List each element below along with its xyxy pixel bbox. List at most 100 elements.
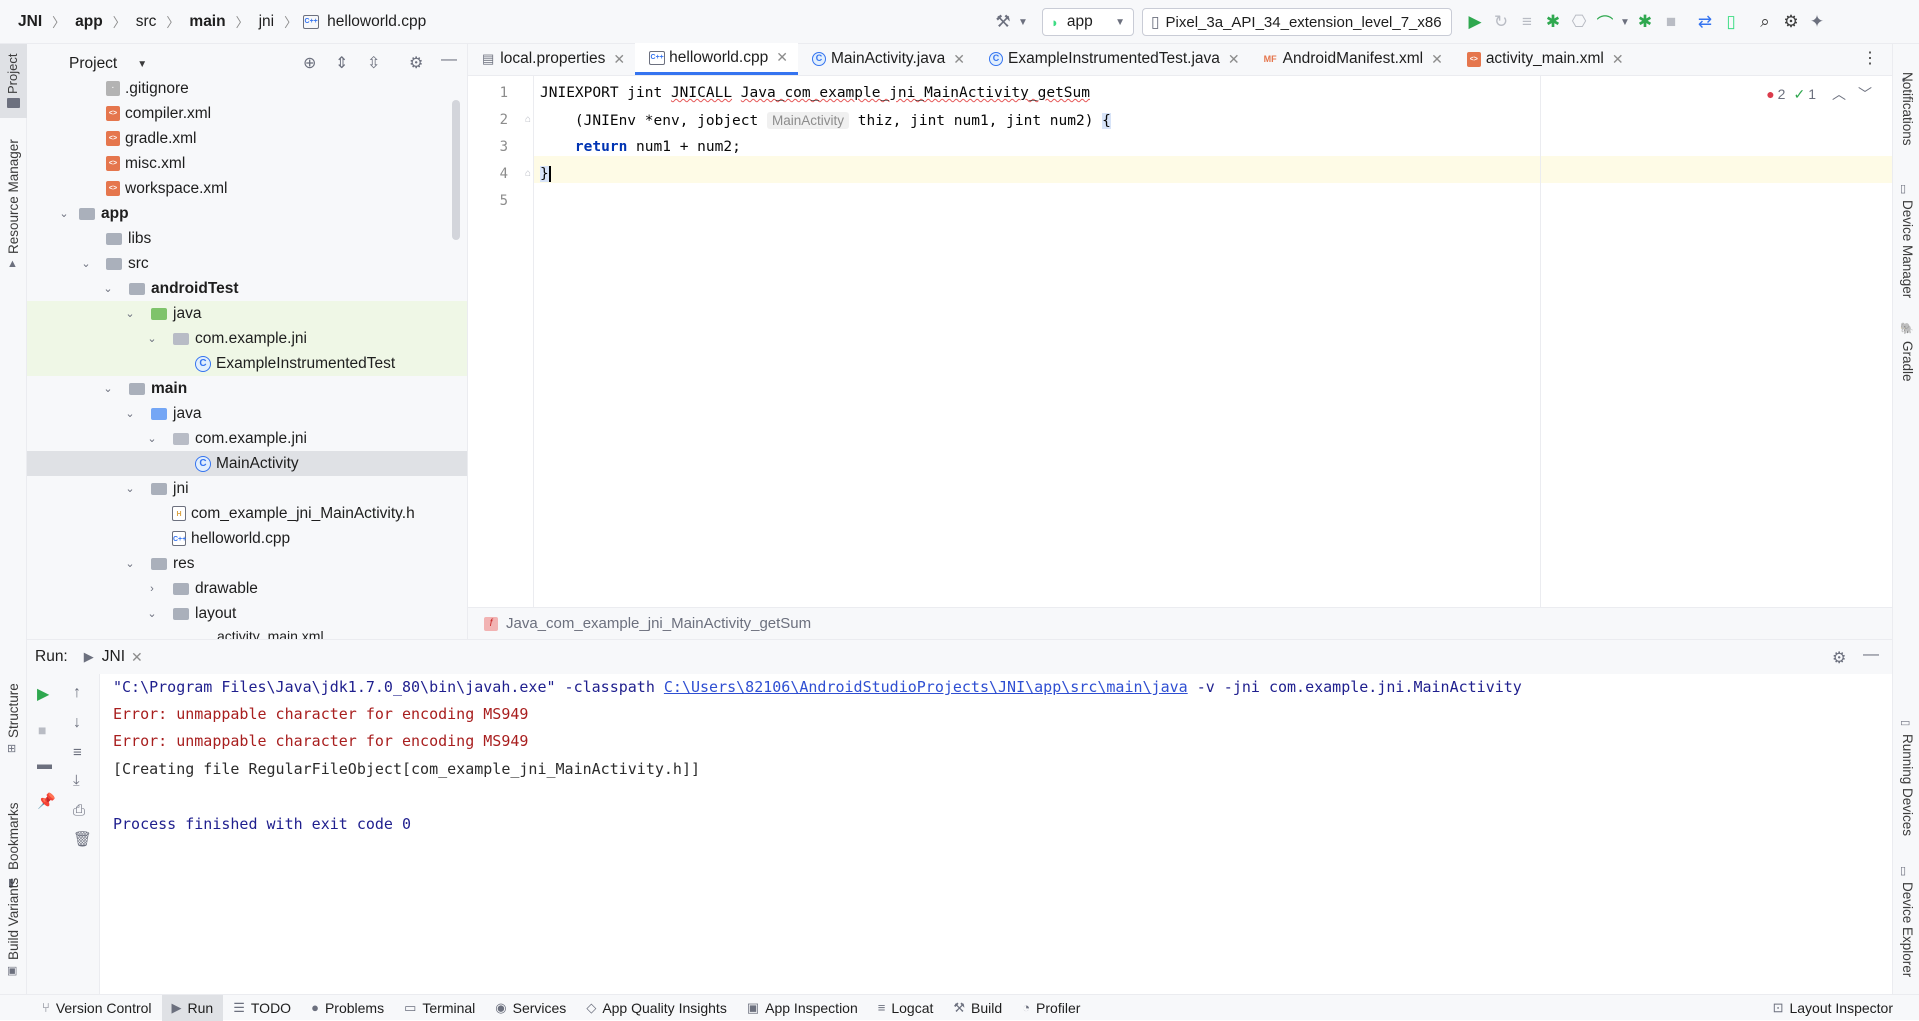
- tool-services[interactable]: ◉ Services: [485, 995, 576, 1021]
- settings-icon[interactable]: ⚙: [1778, 9, 1804, 35]
- chevron-right-icon[interactable]: ›: [143, 583, 161, 595]
- tree-item[interactable]: libs: [27, 226, 467, 251]
- chevron-down-icon[interactable]: ⌄: [99, 382, 117, 395]
- tree-item[interactable]: activity_main.xml: [27, 626, 467, 639]
- build-variants-tool[interactable]: Build Variants: [6, 878, 21, 960]
- close-icon[interactable]: ✕: [776, 49, 788, 66]
- layout-icon[interactable]: ▬: [37, 756, 52, 773]
- device-manager-tool[interactable]: Device Manager: [1900, 200, 1915, 298]
- tab-activity-main-xml[interactable]: <> activity_main.xml ✕: [1453, 43, 1634, 75]
- tab-exampleinstrumentedtest-java[interactable]: C ExampleInstrumentedTest.java ✕: [975, 43, 1250, 75]
- scroll-down-icon[interactable]: ↓: [73, 714, 81, 732]
- minimize-icon[interactable]: —: [1863, 646, 1879, 664]
- tree-item[interactable]: ⌄ layout: [27, 601, 467, 626]
- rerun-icon[interactable]: ↻: [1488, 9, 1514, 35]
- inspection-widget[interactable]: ● 2 ✓ 1 ︿ ﹀: [1766, 84, 1872, 104]
- notifications-tool[interactable]: Notifications: [1900, 72, 1915, 146]
- tree-item[interactable]: ⌄ java: [27, 401, 467, 426]
- search-icon[interactable]: ⌕: [1752, 9, 1778, 35]
- sync-gradle-icon[interactable]: ⇄: [1692, 9, 1718, 35]
- run-config-select[interactable]: ◗ app ▼: [1042, 8, 1134, 36]
- structure-tool[interactable]: Structure: [6, 683, 21, 738]
- resource-manager-tool[interactable]: Resource Manager: [6, 139, 21, 254]
- tool-terminal[interactable]: ▭ Terminal: [394, 995, 485, 1021]
- tool-run[interactable]: ▶ Run: [161, 994, 224, 1021]
- profile-icon[interactable]: ⌒: [1592, 9, 1618, 35]
- tab-local-properties[interactable]: ▤ local.properties ✕: [468, 43, 635, 75]
- chevron-down-icon[interactable]: ⌄: [121, 482, 139, 495]
- gear-icon[interactable]: ⚙: [409, 53, 423, 73]
- console-output[interactable]: "C:\Program Files\Java\jdk1.7.0_80\bin\j…: [113, 674, 1883, 995]
- expand-all-icon[interactable]: ⇕: [335, 53, 348, 73]
- tree-item[interactable]: ⌄ src: [27, 251, 467, 276]
- chevron-down-icon[interactable]: ▼: [1618, 9, 1632, 35]
- tool-app-inspection[interactable]: ▣ App Inspection: [737, 995, 868, 1021]
- tool-profiler[interactable]: ◔ Profiler: [1012, 995, 1090, 1021]
- tab-helloworld-cpp[interactable]: C++ helloworld.cpp ✕: [635, 43, 798, 75]
- chevron-down-icon[interactable]: ⌄: [143, 432, 161, 445]
- tool-problems[interactable]: ● Problems: [301, 995, 394, 1021]
- close-icon[interactable]: ✕: [1228, 51, 1240, 68]
- project-view-select[interactable]: Project: [69, 55, 117, 73]
- tree-item[interactable]: ⌄ com.example.jni: [27, 326, 467, 351]
- scroll-to-end-icon[interactable]: ⤓: [73, 772, 80, 789]
- breadcrumb-item-file[interactable]: helloworld.cpp: [323, 13, 430, 31]
- tree-item[interactable]: <> compiler.xml: [27, 101, 467, 126]
- breadcrumb-item-jni-folder[interactable]: jni: [255, 13, 279, 31]
- stop-icon[interactable]: ■: [38, 722, 46, 738]
- tool-logcat[interactable]: ≡ Logcat: [868, 995, 944, 1021]
- tree-item[interactable]: <> misc.xml: [27, 151, 467, 176]
- attach-debugger-icon[interactable]: ⎔: [1566, 9, 1592, 35]
- project-tool-button[interactable]: Project: [0, 44, 27, 118]
- running-devices-tool[interactable]: Running Devices: [1900, 734, 1915, 836]
- function-breadcrumb-label[interactable]: Java_com_example_jni_MainActivity_getSum: [506, 615, 811, 632]
- close-icon[interactable]: ✕: [1431, 51, 1443, 68]
- hammer-icon[interactable]: ⚒: [990, 9, 1016, 35]
- bookmarks-tool[interactable]: Bookmarks: [6, 802, 21, 870]
- chevron-down-icon[interactable]: ⌄: [99, 282, 117, 295]
- tab-androidmanifest-xml[interactable]: MF AndroidManifest.xml ✕: [1250, 43, 1453, 75]
- gemini-icon[interactable]: ✦: [1804, 9, 1830, 35]
- more-tabs-icon[interactable]: ⋮: [1862, 43, 1878, 75]
- gradle-tool[interactable]: Gradle: [1900, 341, 1915, 382]
- breadcrumb-item-main[interactable]: main: [185, 13, 229, 31]
- collapse-all-icon[interactable]: ⇳: [367, 53, 380, 73]
- run-icon[interactable]: ▶: [1462, 9, 1488, 35]
- chevron-down-icon[interactable]: ⌄: [121, 407, 139, 420]
- project-scrollbar[interactable]: [452, 100, 460, 240]
- chevron-down-icon[interactable]: ▼: [1016, 9, 1030, 35]
- pin-icon[interactable]: 📌: [37, 792, 56, 810]
- close-icon[interactable]: ✕: [1612, 51, 1624, 68]
- breadcrumb-item-app[interactable]: app: [71, 13, 107, 31]
- locate-icon[interactable]: ⊕: [303, 53, 316, 73]
- tree-item[interactable]: <> workspace.xml: [27, 176, 467, 201]
- tool-todo[interactable]: ☰ TODO: [223, 995, 301, 1021]
- gear-icon[interactable]: ⚙: [1832, 648, 1846, 668]
- tree-item[interactable]: ⌄ androidTest: [27, 276, 467, 301]
- chevron-down-icon[interactable]: ⌄: [143, 607, 161, 620]
- fold-icon[interactable]: ⌂: [525, 168, 531, 179]
- fold-icon[interactable]: ⌂: [525, 114, 531, 125]
- code-editor[interactable]: JNIEXPORT jint JNICALL Java_com_example_…: [534, 76, 1892, 607]
- chevron-down-icon[interactable]: ⌄: [121, 307, 139, 320]
- close-icon[interactable]: ✕: [613, 51, 625, 68]
- run-tab[interactable]: ▶ JNI ✕: [84, 648, 143, 666]
- device-mirror-icon[interactable]: ▯: [1718, 9, 1744, 35]
- breadcrumb-item-src[interactable]: src: [132, 13, 161, 31]
- tree-item[interactable]: ⌄ res: [27, 551, 467, 576]
- tree-item[interactable]: · .gitignore: [27, 76, 467, 101]
- device-select[interactable]: ▯ Pixel_3a_API_34_extension_level_7_x86.…: [1142, 8, 1452, 36]
- tool-layout-inspector[interactable]: ⊡ Layout Inspector: [1763, 995, 1903, 1021]
- apply-changes-icon[interactable]: ≡: [1514, 9, 1540, 35]
- chevron-down-icon[interactable]: ⌄: [77, 257, 95, 270]
- tree-item[interactable]: › drawable: [27, 576, 467, 601]
- rerun-icon[interactable]: ▶: [37, 684, 49, 704]
- chevron-down-icon[interactable]: ⌄: [121, 557, 139, 570]
- tool-build[interactable]: ⚒ Build: [943, 995, 1012, 1021]
- device-explorer-tool[interactable]: Device Explorer: [1900, 882, 1915, 977]
- close-icon[interactable]: ✕: [131, 649, 143, 666]
- tool-version-control[interactable]: ⑂ Version Control: [32, 995, 162, 1021]
- chevron-down-icon[interactable]: ▼: [137, 59, 147, 70]
- minimize-icon[interactable]: —: [441, 51, 457, 69]
- chevron-down-icon[interactable]: ⌄: [55, 207, 73, 220]
